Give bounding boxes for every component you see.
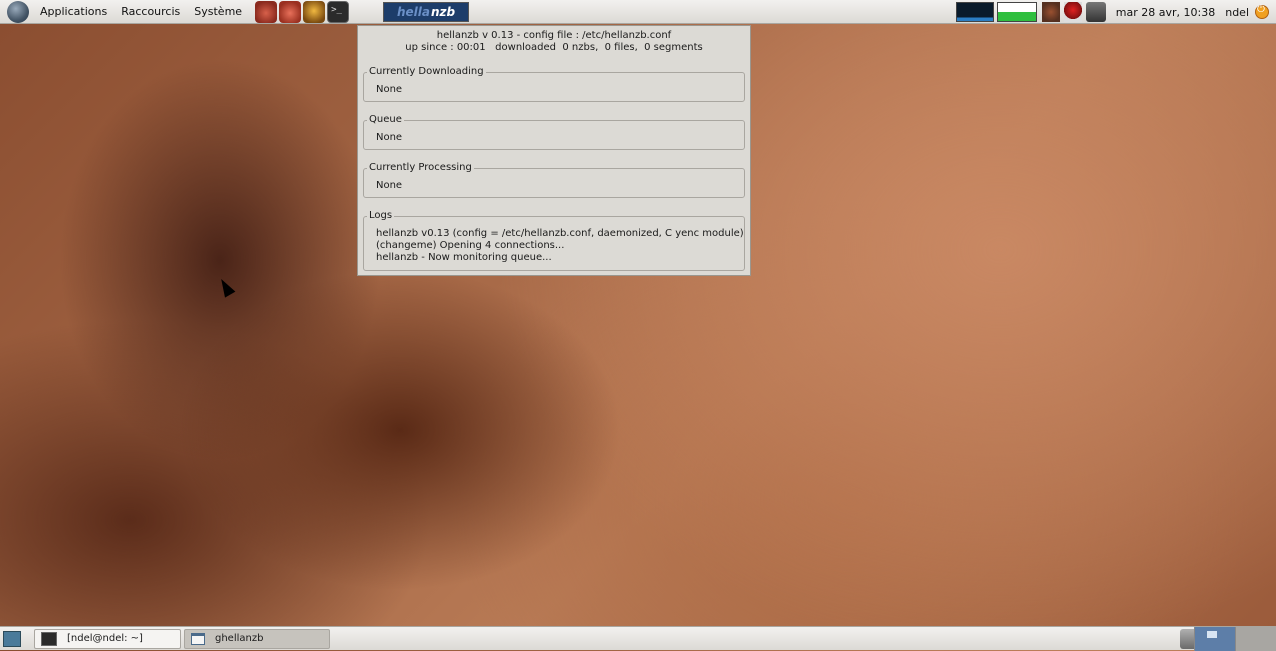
workspace-switcher [1194, 627, 1276, 651]
bottom-panel: [ndel@ndel: ~] ghellanzb [0, 626, 1276, 651]
cpu-monitor-icon[interactable] [955, 2, 994, 22]
frame-currently-downloading: Currently Downloading None [363, 65, 745, 102]
system-tray: mar 28 avr, 10:38 ndel [955, 0, 1276, 24]
terminal-icon[interactable] [327, 0, 350, 23]
task-label: ghellanzb [215, 633, 264, 644]
thunderbird-icon[interactable] [279, 0, 302, 23]
menu-systeme[interactable]: Système [187, 5, 249, 18]
clock[interactable]: mar 28 avr, 10:38 [1108, 6, 1221, 19]
frame-label: Queue [367, 113, 404, 127]
frame-currently-processing: Currently Processing None [363, 161, 745, 198]
workspace-2[interactable] [1235, 627, 1276, 651]
network-icon[interactable] [1041, 2, 1060, 22]
header-status-line: up since : 00:01 downloaded 0 nzbs, 0 fi… [405, 42, 703, 53]
frame-value: None [376, 132, 403, 143]
memory-monitor-icon[interactable] [996, 2, 1037, 22]
user-name[interactable]: ndel [1221, 6, 1253, 19]
applet-prefix: hella [396, 4, 430, 19]
frame-label: Logs [367, 209, 395, 223]
frame-label: Currently Processing [367, 161, 474, 175]
task-label: [ndel@ndel: ~] [67, 633, 143, 644]
firefox-icon[interactable] [255, 0, 278, 23]
frame-value: None [376, 180, 403, 191]
terminal-icon [41, 631, 57, 646]
burger-icon[interactable] [303, 0, 326, 23]
task-ghellanzb[interactable]: ghellanzb [184, 628, 330, 649]
hellanzb-window: hellanzb v 0.13 - config file : /etc/hel… [357, 25, 751, 276]
frame-logs: Logs hellanzb v0.13 (config = /etc/hella… [363, 209, 745, 271]
task-terminal[interactable]: [ndel@ndel: ~] [34, 628, 181, 649]
menu-raccourcis[interactable]: Raccourcis [114, 5, 187, 18]
top-panel: Applications Raccourcis Système hellanzb… [0, 0, 1276, 24]
frame-label: Currently Downloading [367, 65, 486, 79]
hellanzb-header: hellanzb v 0.13 - config file : /etc/hel… [358, 26, 750, 54]
log-line: (changeme) Opening 4 connections... [376, 240, 565, 251]
gnome-foot-icon[interactable] [7, 0, 29, 23]
drive-icon[interactable] [1085, 2, 1106, 22]
show-desktop-icon[interactable] [3, 630, 21, 647]
frame-queue: Queue None [363, 113, 745, 150]
applet-suffix: nzb [431, 4, 456, 19]
power-icon[interactable] [1255, 4, 1269, 19]
workspace-1[interactable] [1194, 627, 1235, 651]
mouse-cursor-icon [216, 276, 236, 298]
log-line: hellanzb v0.13 (config = /etc/hellanzb.c… [376, 228, 744, 239]
header-config-line: hellanzb v 0.13 - config file : /etc/hel… [436, 30, 672, 41]
update-notifier-icon[interactable] [1063, 2, 1082, 22]
window-icon [191, 632, 205, 645]
menu-applications[interactable]: Applications [33, 5, 114, 18]
log-line: hellanzb - Now monitoring queue... [376, 252, 552, 263]
frame-value: None [376, 84, 403, 95]
hellanzb-applet[interactable]: hella nzb [383, 1, 470, 22]
